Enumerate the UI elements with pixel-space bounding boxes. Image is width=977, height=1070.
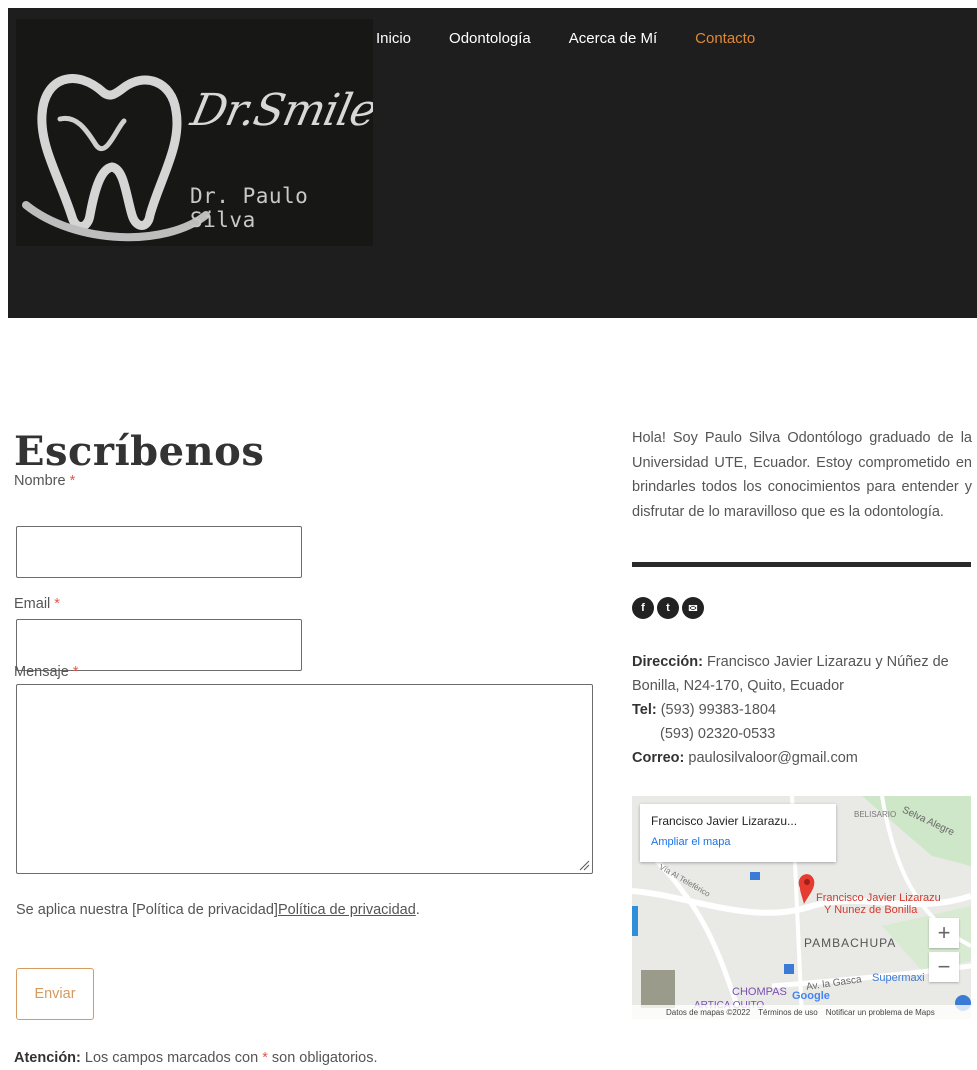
divider [632,562,971,567]
form-title: Escríbenos [14,428,265,475]
map-pin-label-2: Y Nunez de Bonilla [824,904,918,916]
map-enlarge-link[interactable]: Ampliar el mapa [651,836,730,848]
twitter-icon[interactable]: t [657,597,679,619]
site-header: Dr.Smile Dr. Paulo Silva Inicio Odontolo… [8,8,977,318]
privacy-text: Se aplica nuestra [Política de privacida… [16,902,420,918]
facebook-icon[interactable]: f [632,597,654,619]
email-line: Correo: paulosilvaloor@gmail.com [632,750,858,766]
social-links: f t ✉ [632,597,704,619]
privacy-link[interactable]: Política de privacidad [278,902,416,918]
about-text: Hola! Soy Paulo Silva Odontólogo graduad… [632,430,972,520]
nav-odontologia[interactable]: Odontología [449,30,531,47]
zoom-out-button[interactable]: − [929,952,959,982]
google-logo: Google [792,990,830,1002]
required-notice: Atención: Los campos marcados con * son … [14,1050,378,1066]
map-embed[interactable]: Francisco Javier Lizarazu Y Nunez de Bon… [632,796,971,1019]
tel-line-1: Tel: (593) 99383-1804 [632,702,777,718]
message-field[interactable] [16,684,593,874]
map-data-credit: Datos de mapas ©2022 [666,1007,751,1017]
address-line-2: Bonilla, N24-170, Quito, Ecuador [632,678,844,694]
address-line-1: Dirección: Francisco Javier Lizarazu y N… [632,654,949,670]
nav-inicio[interactable]: Inicio [376,30,411,47]
email-label: Email * [14,596,60,612]
logo-script: Dr.Smile [186,85,373,136]
map-street-belisario: BELISARIO [854,810,897,819]
email-icon[interactable]: ✉ [682,597,704,619]
map-footer: Datos de mapas ©2022 Términos de uso Not… [632,1005,971,1019]
main-nav: Inicio Odontología Acerca de Mí Contacto [376,30,793,47]
map-pin-label-1: Francisco Javier Lizarazu [816,892,941,904]
nav-contacto[interactable]: Contacto [695,30,755,47]
map-report-link[interactable]: Notificar un problema de Maps [826,1008,935,1017]
send-button[interactable]: Enviar [16,968,94,1020]
map-area-chompas: CHOMPAS [732,986,787,998]
name-field[interactable] [16,526,302,578]
nav-acerca[interactable]: Acerca de Mí [569,30,657,47]
map-area-pambachupa: PAMBACHUPA [804,936,897,950]
map-place-card: Francisco Javier Lizarazu... Ampliar el … [640,804,836,862]
map-terms-link[interactable]: Términos de uso [758,1008,818,1017]
message-label: Mensaje * [14,664,79,680]
map-place-title: Francisco Javier Lizarazu... [651,814,798,828]
resize-grip-icon[interactable] [578,859,590,871]
site-logo[interactable]: Dr.Smile Dr. Paulo Silva [16,19,373,246]
logo-subtitle: Dr. Paulo Silva [190,184,309,232]
tel-line-2: (593) 02320-0533 [660,726,776,742]
map-shop-supermaxi: Supermaxi [872,972,925,984]
name-label: Nombre * [14,473,76,489]
zoom-in-button[interactable]: + [929,918,959,948]
